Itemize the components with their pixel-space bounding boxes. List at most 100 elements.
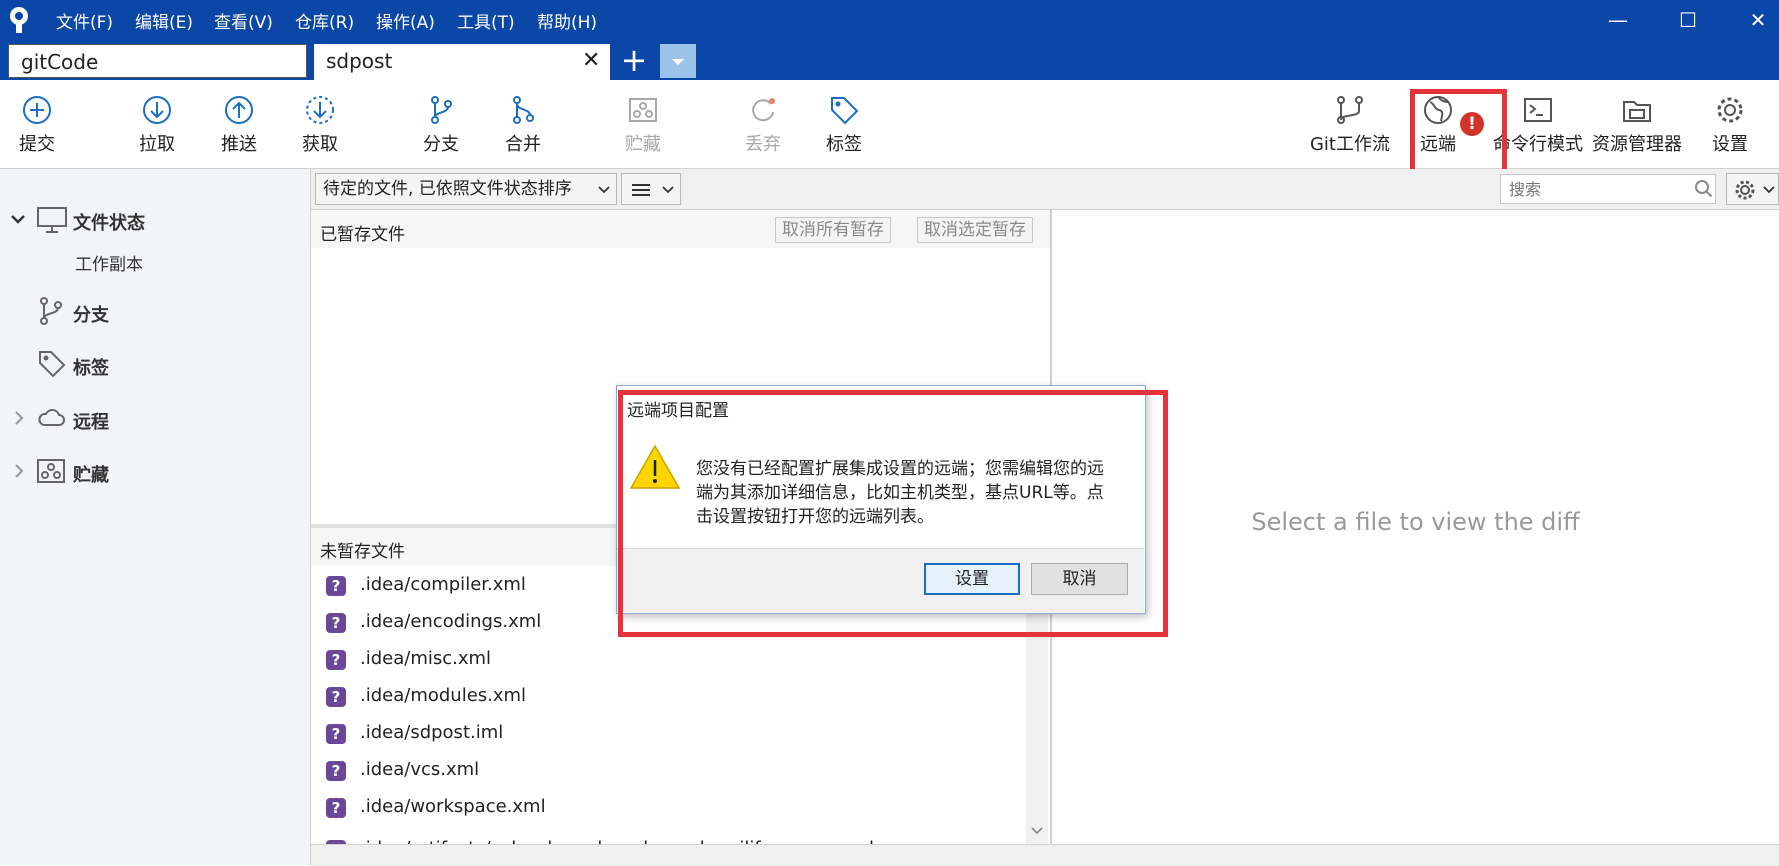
branch-label: 分支 bbox=[423, 134, 459, 155]
chevron-down-icon bbox=[662, 186, 674, 194]
gear-icon bbox=[1717, 97, 1743, 123]
dialog-highlight-box bbox=[618, 390, 1168, 637]
search-icon bbox=[1695, 180, 1713, 198]
sort-dropdown[interactable]: 待定的文件, 已依照文件状态排序 bbox=[315, 173, 617, 205]
discard-icon bbox=[752, 98, 775, 122]
sidebar-item-branches[interactable]: 分支 bbox=[73, 301, 109, 327]
untracked-icon: ? bbox=[326, 761, 346, 781]
commit-label: 提交 bbox=[19, 134, 55, 155]
branch-icon bbox=[40, 297, 62, 325]
gear-icon bbox=[1735, 180, 1755, 200]
commit-button[interactable]: 提交 bbox=[0, 94, 77, 160]
sidebar bbox=[0, 169, 311, 865]
filter-options-button[interactable] bbox=[1726, 173, 1779, 205]
untracked-icon: ? bbox=[326, 613, 346, 633]
branch-button[interactable]: 分支 bbox=[401, 94, 481, 160]
sidebar-item-file-status[interactable]: 文件状态 bbox=[73, 209, 145, 235]
app-logo-icon bbox=[6, 6, 32, 34]
branch-icon bbox=[431, 96, 452, 124]
menu-help[interactable]: 帮助(H) bbox=[537, 8, 597, 33]
push-label: 推送 bbox=[221, 134, 257, 155]
cloud-icon bbox=[38, 409, 65, 426]
chevron-down-icon bbox=[598, 186, 610, 194]
fetch-label: 获取 bbox=[302, 134, 338, 155]
folder-icon bbox=[1623, 101, 1651, 122]
fetch-icon bbox=[306, 96, 334, 124]
tag-label: 标签 bbox=[826, 134, 862, 155]
untracked-icon: ? bbox=[326, 724, 346, 744]
tag-icon bbox=[831, 97, 859, 125]
explorer-button[interactable]: 资源管理器 bbox=[1587, 94, 1687, 160]
tab-close-icon[interactable]: ✕ bbox=[582, 44, 600, 78]
gitflow-button[interactable]: Git工作流 bbox=[1300, 94, 1400, 160]
untracked-icon: ? bbox=[326, 650, 346, 670]
sidebar-item-stashes[interactable]: 贮藏 bbox=[73, 461, 109, 487]
untracked-icon: ? bbox=[326, 798, 346, 818]
menu-edit[interactable]: 编辑(E) bbox=[135, 8, 193, 33]
merge-button[interactable]: 合并 bbox=[483, 94, 563, 160]
stash-icon bbox=[37, 459, 65, 483]
list-item[interactable]: ? .idea/workspace.xml bbox=[320, 789, 1020, 825]
list-item[interactable]: ? .idea/sdpost.iml bbox=[320, 715, 1020, 751]
stash-button[interactable]: 贮藏 bbox=[603, 94, 683, 160]
list-item[interactable]: ? .idea/vcs.xml bbox=[320, 752, 1020, 788]
stash-label: 贮藏 bbox=[625, 134, 661, 155]
push-button[interactable]: 推送 bbox=[199, 94, 279, 160]
chevron-down-icon[interactable] bbox=[1030, 825, 1044, 837]
list-item[interactable]: ?.idea/artifacts/suborder_edyp_channel_w… bbox=[320, 826, 1020, 844]
settings-label: 设置 bbox=[1712, 134, 1748, 155]
chevron-right-icon[interactable] bbox=[12, 410, 26, 426]
terminal-icon bbox=[1524, 98, 1552, 122]
chevron-down-icon[interactable] bbox=[10, 211, 26, 227]
merge-label: 合并 bbox=[505, 134, 541, 155]
sidebar-item-remotes[interactable]: 远程 bbox=[73, 408, 109, 434]
gitflow-label: Git工作流 bbox=[1309, 134, 1390, 155]
discard-button[interactable]: 丢弃 bbox=[723, 94, 803, 160]
explorer-label: 资源管理器 bbox=[1592, 134, 1682, 155]
untracked-icon: ? bbox=[326, 687, 346, 707]
pull-label: 拉取 bbox=[139, 134, 175, 155]
list-item[interactable]: ? .idea/modules.xml bbox=[320, 678, 1020, 714]
chevron-down-icon bbox=[1763, 186, 1775, 194]
pull-button[interactable]: 拉取 bbox=[117, 94, 197, 160]
view-mode-dropdown[interactable] bbox=[621, 173, 681, 205]
unstage-selected-button[interactable]: 取消选定暂存 bbox=[917, 217, 1033, 243]
tab-gitcode[interactable]: gitCode bbox=[8, 44, 307, 78]
push-icon bbox=[225, 96, 253, 124]
minimize-button[interactable]: — bbox=[1598, 6, 1638, 34]
menu-repository[interactable]: 仓库(R) bbox=[295, 8, 354, 33]
menu-tools[interactable]: 工具(T) bbox=[457, 8, 515, 33]
sidebar-item-tags[interactable]: 标签 bbox=[73, 354, 109, 380]
monitor-icon bbox=[37, 207, 67, 233]
menu-view[interactable]: 查看(V) bbox=[214, 8, 273, 33]
menu-actions[interactable]: 操作(A) bbox=[376, 8, 435, 33]
sort-dropdown-label: 待定的文件, 已依照文件状态排序 bbox=[323, 179, 572, 199]
untracked-icon: ? bbox=[326, 576, 346, 596]
list-item[interactable]: ? .idea/misc.xml bbox=[320, 641, 1020, 677]
maximize-button[interactable]: ☐ bbox=[1668, 6, 1708, 34]
close-window-button[interactable]: ✕ bbox=[1738, 6, 1778, 34]
tag-icon bbox=[39, 351, 66, 378]
tab-dropdown-button[interactable] bbox=[660, 44, 696, 78]
discard-label: 丢弃 bbox=[745, 134, 781, 155]
unstaged-title: 未暂存文件 bbox=[320, 542, 405, 562]
unstage-all-button[interactable]: 取消所有暂存 bbox=[775, 217, 891, 243]
tab-label: gitCode bbox=[21, 50, 99, 74]
status-bar bbox=[311, 844, 1779, 866]
gitflow-icon bbox=[1337, 96, 1363, 124]
tab-sdpost[interactable]: sdpost ✕ bbox=[314, 44, 610, 80]
sidebar-item-working-copy[interactable]: 工作副本 bbox=[75, 250, 143, 275]
menu-file[interactable]: 文件(F) bbox=[56, 8, 113, 33]
commit-icon bbox=[23, 96, 51, 124]
fetch-button[interactable]: 获取 bbox=[280, 94, 360, 160]
search-input[interactable] bbox=[1500, 174, 1716, 204]
settings-button[interactable]: 设置 bbox=[1690, 94, 1770, 160]
merge-icon bbox=[513, 96, 534, 124]
staged-title: 已暂存文件 bbox=[320, 225, 405, 245]
pull-icon bbox=[143, 96, 171, 124]
add-tab-button[interactable]: + bbox=[614, 44, 654, 78]
stash-icon bbox=[629, 98, 657, 122]
tag-button[interactable]: 标签 bbox=[804, 94, 884, 160]
chevron-right-icon[interactable] bbox=[12, 463, 26, 479]
tab-label: sdpost bbox=[326, 49, 393, 73]
